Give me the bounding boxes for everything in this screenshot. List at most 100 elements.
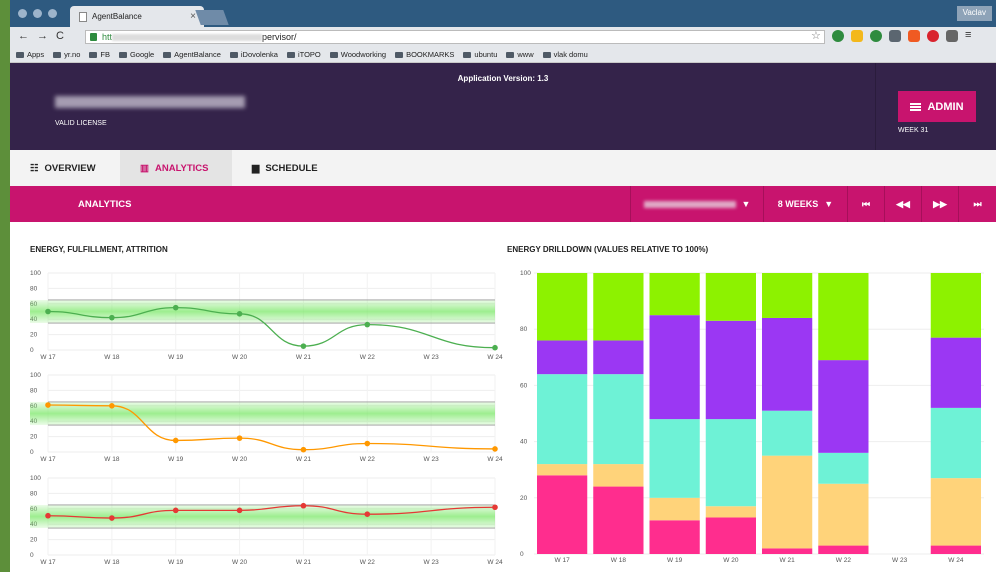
x-tick-label: W 20 [232, 559, 248, 566]
bar-chart-title: ENERGY DRILLDOWN (VALUES RELATIVE TO 100… [507, 245, 709, 254]
pocket-icon[interactable] [889, 30, 901, 42]
y-tick-label: 20 [30, 332, 38, 339]
folder-icon [89, 52, 98, 59]
y-tick-label: 0 [30, 347, 34, 354]
bookmark-item[interactable]: www [506, 50, 534, 59]
y-tick-label: 80 [30, 490, 38, 497]
data-point [172, 437, 179, 444]
folder-icon [506, 52, 515, 59]
skip-first-icon: ⏮ [861, 198, 871, 209]
grid-icon: ☷ [30, 162, 39, 174]
bar-segment [593, 374, 644, 465]
bar-segment [762, 410, 813, 456]
data-point [300, 343, 307, 349]
x-tick-label: W 18 [104, 456, 120, 463]
bookmark-item[interactable]: Google [118, 50, 154, 59]
bar-chart-icon: ▥ [140, 162, 149, 174]
bar-segment [537, 374, 588, 465]
bookmark-item[interactable]: ubuntu [463, 50, 497, 59]
menu-icon[interactable]: ≡ [965, 30, 977, 42]
chevron-down-icon: ▼ [741, 199, 751, 209]
bookmark-item[interactable]: BOOKMARKS [395, 50, 454, 59]
data-point [492, 446, 498, 452]
admin-button[interactable]: ADMIN [898, 91, 976, 122]
rewind-icon: ◀◀ [896, 198, 910, 209]
bookmark-item[interactable]: iTOPO [286, 50, 321, 59]
line-panel: 020406080100W 17W 18W 19W 20W 21W 22W 23… [30, 372, 503, 463]
y-tick-label: 100 [30, 270, 41, 277]
calendar-icon: ▆ [252, 162, 260, 174]
app-header: Application Version: 1.3 VALID LICENSE A… [10, 63, 996, 150]
y-tick-label: 80 [30, 387, 38, 394]
group-select-value-redacted [643, 200, 736, 208]
line-panel: 020406080100W 17W 18W 19W 20W 21W 22W 23… [30, 475, 503, 566]
bookmark-star-icon[interactable]: ☆ [811, 29, 821, 42]
bar-segment [818, 273, 869, 361]
bar-segment [649, 520, 700, 554]
y-tick-label: 40 [520, 439, 528, 446]
x-tick-label: W 21 [296, 456, 312, 463]
back-icon[interactable]: ← [18, 30, 29, 42]
tab-overview[interactable]: ☷ OVERVIEW [10, 150, 120, 186]
first-button[interactable]: ⏮ [847, 186, 884, 222]
data-point [45, 308, 51, 315]
apps-icon [16, 52, 24, 59]
x-tick-label: W 20 [232, 456, 248, 463]
x-tick-label: W 22 [360, 456, 376, 463]
y-tick-label: 0 [30, 449, 34, 456]
x-tick-label: W 18 [104, 559, 120, 566]
extension-icon[interactable] [832, 30, 844, 42]
y-tick-label: 100 [30, 372, 41, 379]
extension-icon[interactable] [946, 30, 958, 42]
x-tick-label: W 18 [611, 557, 627, 564]
bar-segment [705, 419, 756, 507]
tab-schedule[interactable]: ▆ SCHEDULE [232, 150, 342, 186]
bar-segment [762, 273, 813, 318]
new-tab-button[interactable] [195, 10, 229, 25]
bookmark-item[interactable]: vlak domu [542, 50, 588, 59]
energy-line-chart: 020406080100W 17W 18W 19W 20W 21W 22W 23… [30, 270, 503, 566]
bookmark-item[interactable]: Apps [16, 50, 44, 59]
group-select[interactable]: ▼ [630, 186, 763, 222]
bar-segment [762, 455, 813, 549]
url-field[interactable]: htt pervisor/ [85, 30, 825, 44]
extension-icon[interactable] [870, 30, 882, 42]
bookmark-item[interactable]: FB [89, 50, 110, 59]
bookmark-item[interactable]: AgentBalance [163, 50, 221, 59]
bar-segment [593, 464, 644, 487]
x-tick-label: W 22 [360, 354, 376, 361]
previous-button[interactable]: ◀◀ [884, 186, 921, 222]
tab-analytics[interactable]: ▥ ANALYTICS [120, 150, 232, 186]
x-tick-label: W 19 [168, 456, 184, 463]
folder-icon [329, 52, 338, 59]
bar-segment [593, 273, 644, 341]
reload-icon[interactable]: C [56, 30, 64, 42]
x-tick-label: W 22 [360, 559, 376, 566]
last-button[interactable]: ⏭ [958, 186, 996, 222]
bar-segment [818, 483, 869, 546]
data-point [172, 304, 179, 311]
y-tick-label: 100 [30, 475, 41, 482]
window-controls[interactable] [18, 9, 57, 18]
forward-icon[interactable]: → [37, 30, 48, 42]
data-point [364, 511, 371, 517]
bookmark-item[interactable]: Woodworking [329, 50, 386, 59]
data-point [45, 512, 51, 519]
pinterest-icon[interactable] [927, 30, 939, 42]
x-tick-label: W 23 [424, 456, 440, 463]
range-select[interactable]: 8 WEEKS ▼ [763, 186, 847, 222]
bar-segment [762, 548, 813, 554]
close-tab-icon[interactable]: × [190, 11, 196, 22]
analytics-toolbar: ANALYTICS ▼ 8 WEEKS ▼ ⏮ ◀◀ ▶▶ ⏭ [10, 186, 996, 222]
office-icon[interactable] [908, 30, 920, 42]
bar-segment [537, 464, 588, 476]
bookmark-item[interactable]: iDovolenka [229, 50, 278, 59]
extension-icon[interactable] [851, 30, 863, 42]
browser-tab[interactable]: AgentBalance × [70, 6, 204, 27]
next-button[interactable]: ▶▶ [921, 186, 958, 222]
bookmark-item[interactable]: yr.no [53, 50, 80, 59]
bar-segment [930, 545, 981, 554]
x-tick-label: W 19 [168, 354, 184, 361]
user-profile-button[interactable]: Vaclav [956, 6, 992, 21]
y-tick-label: 0 [520, 551, 524, 558]
